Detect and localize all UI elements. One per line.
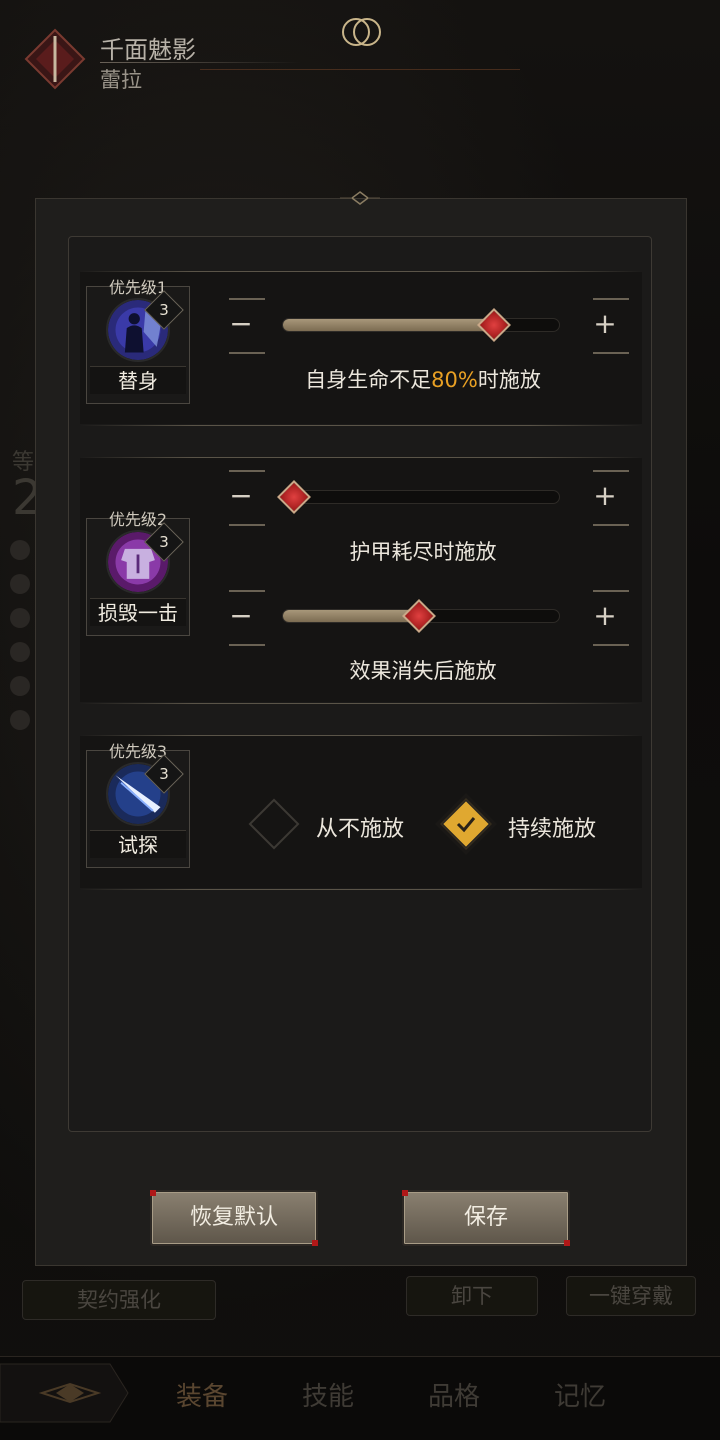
skill-name: 替身 [90, 366, 186, 394]
increase-button[interactable]: + [580, 468, 630, 524]
character-name: 蕾拉 [100, 68, 142, 92]
decrease-button[interactable]: − [216, 588, 266, 644]
slider-caption: 效果消失后施放 [349, 659, 497, 683]
side-icon-column [10, 540, 36, 744]
slider-caption: 自身生命不足80%时施放 [220, 364, 626, 394]
increase-button[interactable]: + [580, 588, 630, 644]
decrease-button[interactable]: − [216, 468, 266, 524]
skill-level: 3 [159, 301, 169, 319]
side-icon [10, 574, 30, 594]
skill-name: 试探 [90, 830, 186, 858]
sword-emblem-icon [24, 28, 86, 90]
divider [80, 457, 642, 458]
unequip-button[interactable]: 卸下 [406, 1276, 538, 1316]
button-corner [150, 1190, 156, 1196]
hp-threshold-slider[interactable] [282, 318, 560, 332]
skill-card-probe[interactable]: 优先级3 3 试探 [86, 738, 190, 872]
armor-slider[interactable] [282, 490, 560, 504]
priority-label: 优先级3 [108, 742, 168, 761]
divider [80, 425, 642, 426]
modal-top-ornament-icon [340, 191, 380, 205]
skill-level: 3 [159, 533, 169, 551]
slider-fill [283, 610, 420, 622]
caption-prefix: 自身生命不足 [305, 368, 432, 392]
divider [80, 703, 642, 704]
always-cast-label[interactable]: 持续施放 [508, 811, 596, 843]
tab-skills[interactable]: 技能 [302, 1376, 354, 1413]
side-icon [10, 642, 30, 662]
decrease-button[interactable]: − [216, 296, 266, 352]
equip-all-button[interactable]: 一键穿戴 [566, 1276, 696, 1316]
divider [80, 271, 642, 272]
side-icon [10, 710, 30, 730]
skill-card-ruin-strike[interactable]: 优先级2 3 损毁一击 [86, 506, 190, 640]
button-corner [564, 1240, 570, 1246]
save-button[interactable]: 保存 [402, 1190, 570, 1246]
divider [80, 889, 642, 890]
button-corner [402, 1190, 408, 1196]
slider-caption: 护甲耗尽时施放 [349, 540, 497, 564]
priority-label: 优先级2 [108, 510, 168, 529]
header: 千面魅影 蕾拉 [0, 0, 720, 110]
skill-name: 损毁一击 [90, 598, 186, 626]
tab-character[interactable]: 品格 [428, 1376, 480, 1413]
slider-fill [283, 319, 504, 331]
caption-suffix: 时施放 [477, 368, 541, 392]
priority-label: 优先级1 [108, 278, 168, 297]
side-icon [10, 540, 30, 560]
tab-memory[interactable]: 记忆 [554, 1376, 606, 1413]
moon-icon [342, 18, 381, 46]
side-icon [10, 608, 30, 628]
divider [80, 735, 642, 736]
caption-highlight: 80% [431, 368, 478, 392]
tab-equipment[interactable]: 装备 [176, 1376, 228, 1413]
check-icon [456, 817, 476, 833]
button-corner [312, 1240, 318, 1246]
skill-level: 3 [159, 765, 169, 783]
reset-default-button[interactable]: 恢复默认 [150, 1190, 318, 1246]
back-arrow-icon[interactable] [0, 1358, 130, 1428]
contract-enhance-button[interactable]: 契约强化 [22, 1280, 216, 1320]
side-icon [10, 676, 30, 696]
increase-button[interactable]: + [580, 296, 630, 352]
never-cast-label[interactable]: 从不施放 [316, 811, 404, 843]
character-title: 千面魅影 [100, 36, 196, 64]
title-underline [100, 62, 300, 63]
skill-card-substitute[interactable]: 优先级1 3 替身 [86, 274, 190, 408]
